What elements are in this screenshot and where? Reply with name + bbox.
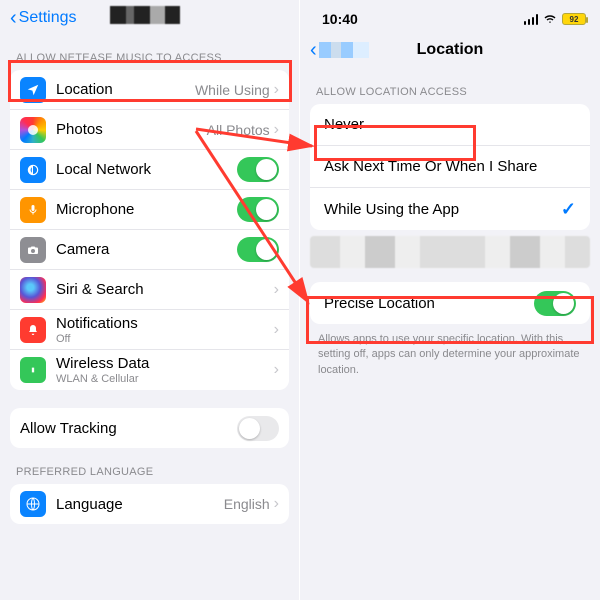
row-sublabel: Off bbox=[56, 333, 274, 345]
toggle-microphone[interactable] bbox=[237, 197, 279, 222]
cell-data-icon bbox=[20, 357, 46, 383]
back-label: Settings bbox=[19, 9, 77, 27]
row-photos[interactable]: Photos All Photos › bbox=[10, 110, 289, 150]
precise-footer: Allows apps to use your specific locatio… bbox=[300, 324, 600, 386]
row-label: Allow Tracking bbox=[20, 420, 237, 437]
network-icon bbox=[20, 157, 46, 183]
row-label: Location bbox=[56, 81, 195, 98]
row-value: While Using bbox=[195, 82, 270, 98]
row-siri[interactable]: Siri & Search › bbox=[10, 270, 289, 310]
option-while-using[interactable]: While Using the App ✓ bbox=[310, 188, 590, 230]
toggle-tracking[interactable] bbox=[237, 416, 279, 441]
toggle-local-network[interactable] bbox=[237, 157, 279, 182]
cell-signal-icon bbox=[524, 14, 539, 25]
back-label-redacted bbox=[319, 42, 369, 58]
chevron-right-icon: › bbox=[274, 121, 279, 139]
row-location[interactable]: Location While Using › bbox=[10, 70, 289, 110]
chevron-right-icon: › bbox=[274, 361, 279, 379]
row-value: All Photos bbox=[207, 122, 270, 138]
chevron-left-icon: ‹ bbox=[10, 8, 17, 28]
microphone-icon bbox=[20, 197, 46, 223]
row-label: Wireless Data bbox=[56, 355, 274, 372]
app-name-redacted bbox=[110, 6, 180, 24]
row-local-network[interactable]: Local Network bbox=[10, 150, 289, 190]
wifi-icon bbox=[542, 13, 558, 25]
chevron-right-icon: › bbox=[274, 281, 279, 299]
row-label: Precise Location bbox=[324, 295, 534, 312]
row-precise[interactable]: Precise Location bbox=[310, 282, 590, 324]
row-label: Camera bbox=[56, 241, 237, 258]
bell-icon bbox=[20, 317, 46, 343]
toggle-precise[interactable] bbox=[534, 291, 576, 316]
language-card: Language English › bbox=[10, 484, 289, 524]
row-wireless[interactable]: Wireless Data WLAN & Cellular › bbox=[10, 350, 289, 390]
row-label: Microphone bbox=[56, 201, 237, 218]
chevron-right-icon: › bbox=[274, 321, 279, 339]
row-notifications[interactable]: Notifications Off › bbox=[10, 310, 289, 350]
row-value: English bbox=[224, 496, 270, 512]
checkmark-icon: ✓ bbox=[561, 199, 576, 220]
settings-app-screen: ‹ Settings ALLOW NETEASE MUSIC TO ACCESS… bbox=[0, 0, 300, 600]
back-button[interactable]: ‹ bbox=[310, 39, 317, 62]
nav-bar: ‹ Location bbox=[300, 32, 600, 68]
camera-icon bbox=[20, 237, 46, 263]
access-card: Location While Using › Photos All Photos… bbox=[10, 70, 289, 390]
location-options-card: Never Ask Next Time Or When I Share Whil… bbox=[310, 104, 590, 230]
status-time: 10:40 bbox=[322, 11, 358, 27]
row-label: Notifications bbox=[56, 315, 274, 332]
option-never[interactable]: Never bbox=[310, 104, 590, 146]
row-label: Language bbox=[56, 496, 224, 513]
section-allow-location: ALLOW LOCATION ACCESS bbox=[300, 68, 600, 104]
photos-icon bbox=[20, 117, 46, 143]
option-ask[interactable]: Ask Next Time Or When I Share bbox=[310, 146, 590, 188]
option-label: Ask Next Time Or When I Share bbox=[324, 158, 576, 175]
battery-icon: 92 bbox=[562, 13, 586, 25]
section-language: PREFERRED LANGUAGE bbox=[0, 448, 299, 484]
chevron-right-icon: › bbox=[274, 81, 279, 99]
row-label: Photos bbox=[56, 121, 207, 138]
row-label: Local Network bbox=[56, 161, 237, 178]
row-sublabel: WLAN & Cellular bbox=[56, 373, 274, 385]
globe-icon bbox=[20, 491, 46, 517]
option-label: Never bbox=[324, 116, 576, 133]
status-bar: 10:40 92 bbox=[300, 0, 600, 32]
precise-card: Precise Location bbox=[310, 282, 590, 324]
location-arrow-icon bbox=[20, 77, 46, 103]
explanation-redacted bbox=[310, 236, 590, 268]
siri-icon bbox=[20, 277, 46, 303]
option-label: While Using the App bbox=[324, 201, 561, 218]
row-allow-tracking[interactable]: Allow Tracking bbox=[10, 408, 289, 448]
row-microphone[interactable]: Microphone bbox=[10, 190, 289, 230]
row-label: Siri & Search bbox=[56, 281, 274, 298]
chevron-right-icon: › bbox=[274, 495, 279, 513]
section-allow-access: ALLOW NETEASE MUSIC TO ACCESS bbox=[0, 34, 299, 70]
location-settings-screen: 10:40 92 ‹ Location ALLOW LOCATION ACCES… bbox=[300, 0, 600, 600]
row-camera[interactable]: Camera bbox=[10, 230, 289, 270]
tracking-card: Allow Tracking bbox=[10, 408, 289, 448]
toggle-camera[interactable] bbox=[237, 237, 279, 262]
row-language[interactable]: Language English › bbox=[10, 484, 289, 524]
